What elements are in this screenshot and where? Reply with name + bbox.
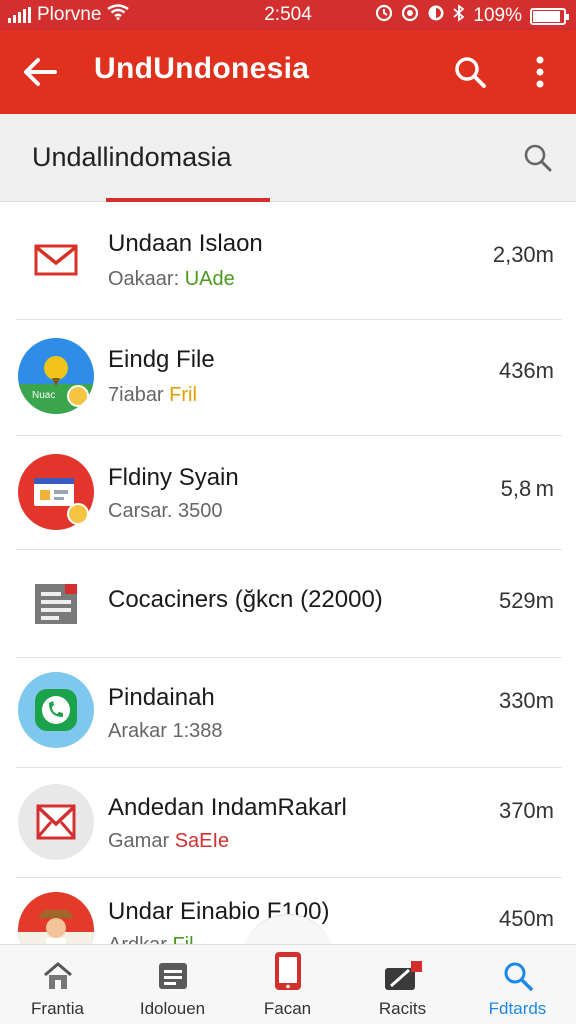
item-name: Fldiny Syain (108, 464, 239, 491)
item-time: 370m (498, 798, 554, 823)
item-name: Andedan IndamRakarl (108, 794, 347, 821)
bottom-nav: Frantia Idolouen Facan Racits Fdtards (0, 944, 576, 1024)
nav-item-list[interactable]: Idolouen (115, 945, 230, 1024)
item-sub-accent: Fil (172, 934, 193, 944)
alarm-icon (375, 4, 393, 28)
phone-icon (230, 949, 345, 993)
list-icon (115, 959, 230, 993)
status-bar: Plorvne 2:504 109% (0, 0, 576, 30)
list-item[interactable]: Cocaciners (ğkcn (22000) 529m (0, 550, 576, 658)
item-sub-accent: 3500 (178, 500, 223, 522)
bluetooth-icon (453, 4, 465, 28)
list-item[interactable]: Fldiny Syain Carsar. 3500 5,8 m (0, 436, 576, 550)
item-sub-accent: UAde (184, 268, 235, 290)
app-title: UndUndonesia (94, 52, 310, 85)
status-right: 109% (375, 4, 569, 28)
item-name: Cocaciners (ğkcn (22000) (108, 586, 383, 613)
list-item[interactable]: Undaan Islaon Oakaar: UAde 2,30m (0, 202, 576, 320)
message-list: Undaan Islaon Oakaar: UAde 2,30m Nuac Ei… (0, 202, 576, 944)
nav-label: Idolouen (139, 999, 206, 1018)
item-subtitle: Gamar SaEIe (108, 830, 229, 853)
item-sub-prefix: Carsar. (108, 500, 173, 522)
search-icon (460, 959, 575, 993)
item-sub-prefix: Arakar (108, 720, 167, 742)
item-time: 330m (498, 688, 554, 713)
item-name: Pindainah (108, 684, 215, 711)
tab-search-button[interactable] (522, 142, 558, 178)
item-name: Eindg File (108, 346, 215, 373)
item-time: 5,8 m (500, 476, 554, 501)
item-subtitle: 7iabar Fril (108, 384, 197, 407)
list-item[interactable]: Pindainah Arakar 1:388 330m (0, 658, 576, 768)
mail-icon (18, 784, 94, 860)
nav-item-phone[interactable]: Facan (230, 945, 345, 1024)
more-vert-icon (536, 56, 544, 88)
app-bar: UndUndonesia (0, 30, 576, 114)
nav-item-home[interactable]: Frantia (0, 945, 115, 1024)
battery-icon (530, 7, 569, 25)
item-subtitle: Arakar 1:388 (108, 720, 223, 743)
item-name: Undaan Islaon (108, 230, 263, 257)
app-bar-search-button[interactable] (448, 50, 492, 94)
tab-header: Undallindomasia (0, 114, 576, 202)
phone-chat-icon (18, 672, 94, 748)
item-subtitle: Ardkar Fil (108, 934, 194, 944)
landscape-app-icon: Nuac (18, 338, 94, 414)
nav-item-edit[interactable]: Racits (345, 945, 460, 1024)
nav-label: Racits (378, 999, 427, 1018)
search-icon (455, 57, 486, 88)
battery-fill (533, 10, 560, 22)
item-subtitle: Oakaar: UAde (108, 268, 235, 290)
item-sub-prefix: Oakaar (108, 268, 174, 290)
item-sub-accent: Fril (169, 384, 197, 406)
item-time: 529m (498, 588, 554, 613)
edit-icon (345, 959, 460, 993)
document-icon (18, 566, 94, 642)
nav-item-search[interactable]: Fdtards (460, 945, 575, 1024)
sync-icon (401, 4, 419, 28)
svg-text:Nuac: Nuac (32, 390, 55, 401)
item-time: 2,30m (492, 242, 554, 267)
item-time: 450m (498, 906, 554, 931)
item-sub-prefix: Gamar (108, 830, 170, 852)
item-sub-accent: 1:388 (172, 720, 223, 742)
item-sub-accent: SaEIe (174, 830, 230, 852)
do-not-disturb-icon (427, 4, 445, 28)
item-sub-prefix: 7iabar (108, 384, 164, 406)
nav-label: Frantia (31, 999, 84, 1018)
battery-percent: 109% (473, 5, 522, 26)
item-time: 436m (498, 358, 554, 383)
gmail-icon (18, 222, 94, 298)
item-subtitle: Carsar. 3500 (108, 500, 223, 523)
home-icon (0, 959, 115, 993)
tab-label[interactable]: Undallindomasia (32, 142, 232, 173)
nav-label: Facan (263, 999, 312, 1018)
item-sub-prefix: Ardkar (108, 934, 167, 944)
list-item[interactable]: Andedan IndamRakarl Gamar SaEIe 370m (0, 768, 576, 878)
arrow-left-icon (24, 58, 57, 86)
more-options-button[interactable] (518, 50, 562, 94)
back-button[interactable] (18, 50, 62, 94)
search-icon (524, 144, 552, 172)
person-avatar-icon (18, 892, 94, 944)
list-item[interactable]: Nuac Eindg File 7iabar Fril 436m (0, 320, 576, 436)
slides-app-icon (18, 454, 94, 530)
nav-label: Fdtards (488, 999, 547, 1018)
